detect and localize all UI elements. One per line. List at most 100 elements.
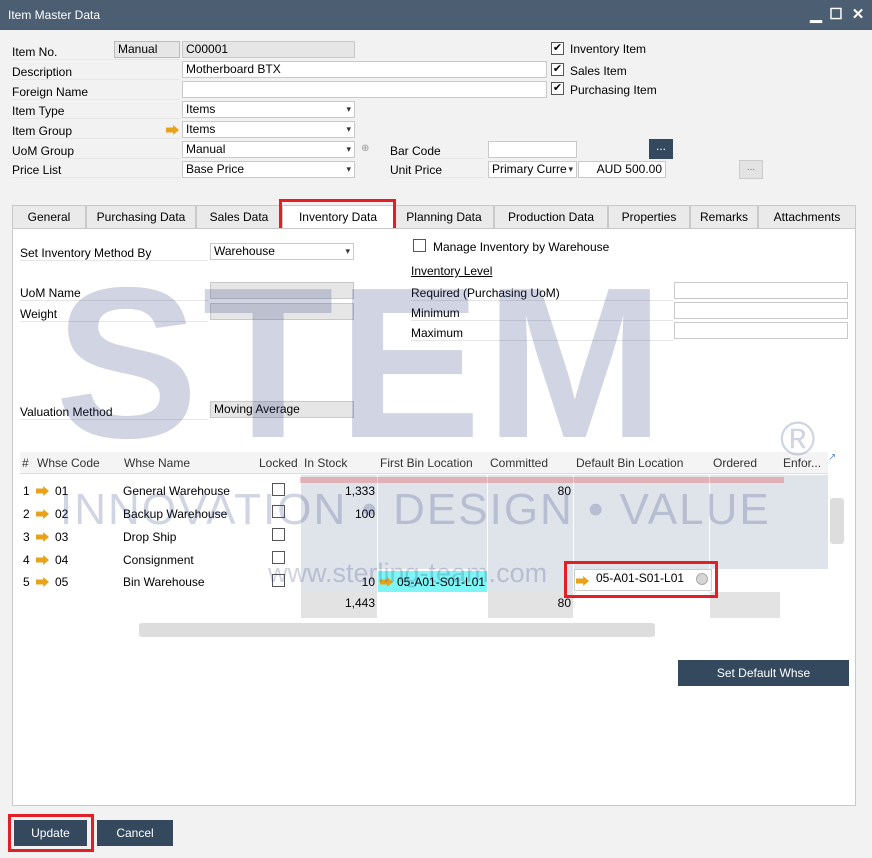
sales-item-checkbox[interactable]: ✔ — [551, 63, 564, 76]
ordered-column-bg — [710, 475, 828, 569]
col-locked[interactable]: Locked — [259, 452, 299, 474]
price-list-label: Price List — [12, 162, 180, 178]
bar-code-field[interactable] — [488, 141, 577, 158]
col-default-bin[interactable]: Default Bin Location — [576, 452, 708, 474]
row-num: 4 — [23, 553, 30, 567]
bar-code-label: Bar Code — [390, 143, 486, 159]
col-enforce[interactable]: Enfor... — [783, 452, 827, 474]
row-num: 5 — [23, 575, 30, 589]
set-default-whse-button[interactable]: Set Default Whse — [678, 660, 849, 686]
uom-name-field[interactable] — [210, 282, 354, 299]
col-num: # — [22, 456, 29, 470]
whse-name[interactable]: General Warehouse — [123, 480, 230, 502]
unit-price-label: Unit Price — [390, 162, 486, 178]
close-icon[interactable]: ✕ — [848, 0, 868, 30]
required-field[interactable] — [674, 282, 848, 299]
default-bin-highlight — [564, 561, 718, 598]
whse-name[interactable]: Bin Warehouse — [123, 571, 205, 593]
set-method-value: Warehouse — [214, 244, 275, 258]
unit-price-browse-button[interactable]: ... — [739, 160, 763, 179]
foreign-name-field[interactable] — [182, 81, 547, 98]
sales-item-label: Sales Item — [570, 64, 627, 78]
tab-remarks[interactable]: Remarks — [690, 205, 758, 228]
item-no-series-select[interactable]: Manual — [114, 41, 180, 58]
col-ordered[interactable]: Ordered — [713, 452, 777, 474]
row-num: 1 — [23, 484, 30, 498]
description-field[interactable]: Motherboard BTX — [182, 61, 547, 78]
total-in-stock: 1,443 — [344, 596, 375, 610]
item-type-value: Items — [186, 102, 216, 116]
price-list-select[interactable]: Base Price — [182, 161, 355, 178]
window-titlebar: Item Master Data — [0, 0, 872, 30]
maximize-icon[interactable]: ☐ — [826, 0, 846, 30]
committed: 80 — [557, 484, 571, 498]
maximum-label: Maximum — [411, 325, 673, 341]
tab-planning-data[interactable]: Planning Data — [394, 205, 494, 228]
tab-attachments[interactable]: Attachments — [758, 205, 856, 228]
col-in-stock[interactable]: In Stock — [304, 452, 376, 474]
manage-by-whse-checkbox[interactable] — [413, 239, 426, 252]
whse-name[interactable]: Backup Warehouse — [123, 503, 227, 525]
tab-properties[interactable]: Properties — [608, 205, 690, 228]
col-committed[interactable]: Committed — [490, 452, 572, 474]
maximum-field[interactable] — [674, 322, 848, 339]
unit-price-field[interactable]: AUD 500.00 — [578, 161, 666, 178]
weight-field[interactable] — [210, 303, 354, 320]
expand-grid-icon[interactable]: ↗ — [828, 452, 836, 463]
purchasing-item-checkbox[interactable]: ✔ — [551, 82, 564, 95]
currency-value: Primary Curre — [492, 162, 567, 176]
row-num: 3 — [23, 530, 30, 544]
manage-by-whse-label: Manage Inventory by Warehouse — [433, 240, 610, 254]
whse-code[interactable]: 05 — [55, 571, 68, 593]
col-whse-name[interactable]: Whse Name — [124, 452, 254, 474]
valuation-field[interactable]: Moving Average — [210, 401, 354, 418]
locked-checkbox[interactable] — [272, 528, 285, 541]
currency-select[interactable]: Primary Curre — [488, 161, 577, 178]
tab-purchasing-data[interactable]: Purchasing Data — [86, 205, 196, 228]
whse-code[interactable]: 04 — [55, 549, 68, 571]
valuation-label: Valuation Method — [20, 404, 208, 420]
locked-checkbox[interactable] — [272, 483, 285, 496]
in-stock: 100 — [354, 507, 375, 521]
whse-code[interactable]: 02 — [55, 503, 68, 525]
total-ordered-bg — [710, 592, 780, 618]
cancel-button[interactable]: Cancel — [97, 820, 173, 846]
whse-code[interactable]: 01 — [55, 480, 68, 502]
inventory-item-checkbox[interactable]: ✔ — [551, 42, 564, 55]
item-type-select[interactable]: Items — [182, 101, 355, 118]
in-stock: 1,333 — [344, 484, 375, 498]
uom-group-value: Manual — [186, 142, 226, 156]
col-first-bin[interactable]: First Bin Location — [380, 452, 486, 474]
uom-group-label: UoM Group — [12, 143, 180, 159]
set-method-select[interactable]: Warehouse — [210, 243, 354, 260]
in-stock: 10 — [361, 575, 375, 589]
uom-group-select[interactable]: Manual — [182, 141, 355, 158]
item-type-label: Item Type — [12, 103, 180, 119]
item-no-field[interactable]: C00001 — [182, 41, 355, 58]
tab-general[interactable]: General — [12, 205, 86, 228]
whse-name[interactable]: Consignment — [123, 549, 194, 571]
whse-name[interactable]: Drop Ship — [123, 526, 176, 548]
tab-production-data[interactable]: Production Data — [494, 205, 608, 228]
tab-sales-data[interactable]: Sales Data — [196, 205, 282, 228]
update-button-highlight — [8, 814, 94, 852]
required-label: Required (Purchasing UoM) — [411, 285, 673, 301]
locked-checkbox[interactable] — [272, 551, 285, 564]
horizontal-scrollbar[interactable] — [139, 623, 655, 637]
locked-checkbox[interactable] — [272, 574, 285, 587]
vertical-scrollbar[interactable] — [830, 498, 844, 544]
item-group-select[interactable]: Items — [182, 121, 355, 138]
total-committed: 80 — [557, 596, 571, 610]
watermark-stripe — [300, 477, 784, 483]
col-whse-code[interactable]: Whse Code — [37, 452, 119, 474]
minimum-label: Minimum — [411, 305, 673, 321]
uom-name-label: UoM Name — [20, 285, 208, 301]
info-icon[interactable]: ⊕ — [361, 143, 369, 154]
locked-checkbox[interactable] — [272, 505, 285, 518]
minimum-field[interactable] — [674, 302, 848, 319]
whse-code[interactable]: 03 — [55, 526, 68, 548]
minimize-icon[interactable]: ▁ — [806, 0, 826, 30]
bar-code-browse-button[interactable]: ... — [649, 139, 673, 159]
window-title: Item Master Data — [8, 8, 101, 22]
item-group-value: Items — [186, 122, 216, 136]
